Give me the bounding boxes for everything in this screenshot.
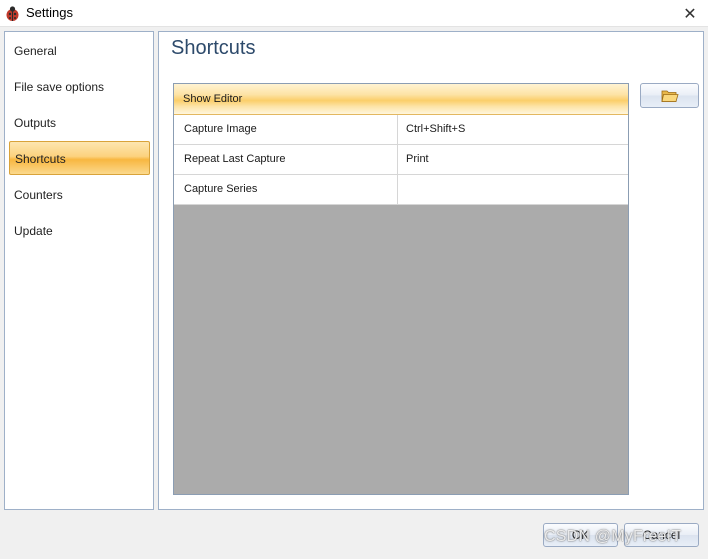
window-title: Settings — [26, 5, 73, 20]
shortcut-key-field[interactable]: Print — [398, 145, 628, 174]
sidebar-item-counters[interactable]: Counters — [9, 178, 150, 212]
open-folder-button[interactable] — [640, 83, 699, 108]
close-button[interactable]: ✕ — [672, 0, 708, 27]
sidebar-item-general[interactable]: General — [9, 34, 150, 68]
sidebar-item-file-save-options[interactable]: File save options — [9, 70, 150, 104]
shortcut-name: Repeat Last Capture — [174, 145, 398, 174]
shortcut-name: Capture Series — [174, 175, 398, 204]
sidebar-item-update[interactable]: Update — [9, 214, 150, 248]
ladybug-icon — [6, 6, 19, 21]
table-row[interactable]: Repeat Last Capture Print — [174, 145, 628, 175]
table-row[interactable]: Capture Series — [174, 175, 628, 205]
sidebar-item-outputs[interactable]: Outputs — [9, 106, 150, 140]
watermark: CSDN @MyFreeIT — [544, 528, 682, 545]
main-panel: Shortcuts Show Editor Capture Image Ctrl… — [158, 31, 704, 510]
close-icon: ✕ — [683, 5, 697, 23]
page-title: Shortcuts — [171, 37, 256, 59]
sidebar-item-shortcuts[interactable]: Shortcuts — [9, 141, 150, 175]
table-row[interactable]: Capture Image Ctrl+Shift+S — [174, 115, 628, 145]
shortcut-key-field[interactable] — [398, 175, 628, 204]
grid-header-show-editor[interactable]: Show Editor — [174, 84, 628, 115]
shortcut-key-field[interactable]: Ctrl+Shift+S — [398, 115, 628, 144]
shortcuts-grid: Show Editor Capture Image Ctrl+Shift+S R… — [173, 83, 629, 495]
title-bar: Settings ✕ — [0, 0, 708, 27]
folder-icon — [661, 90, 679, 102]
sidebar: General File save options Outputs Shortc… — [4, 31, 154, 510]
shortcut-name: Capture Image — [174, 115, 398, 144]
